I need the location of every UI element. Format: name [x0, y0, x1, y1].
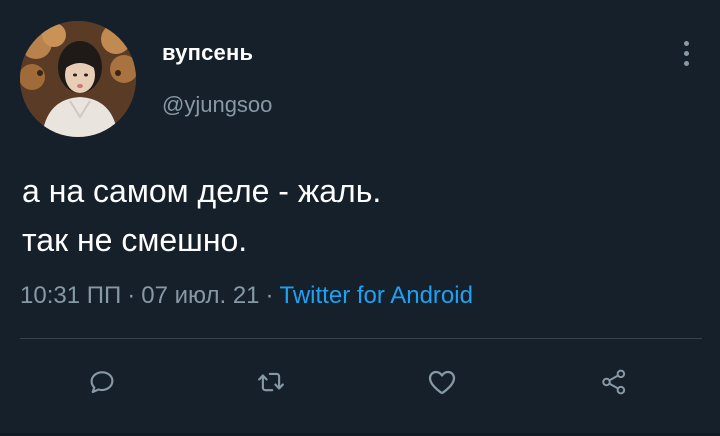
- more-dot-icon: [684, 61, 689, 66]
- user-handle[interactable]: @yjungsoo: [162, 92, 272, 118]
- display-name[interactable]: вупсень: [162, 40, 253, 66]
- tweet-detail: вупсень @yjungsoo а на самом деле - жаль…: [0, 0, 720, 436]
- like-button[interactable]: [420, 360, 464, 404]
- more-dot-icon: [684, 51, 689, 56]
- meta-separator: ·: [265, 282, 274, 309]
- tweet-text-line: а на самом деле - жаль.: [22, 173, 382, 209]
- share-icon: [602, 369, 626, 395]
- more-dot-icon: [684, 41, 689, 46]
- tweet-date: 07 июл. 21: [141, 282, 260, 309]
- tweet-text: а на самом деле - жаль. так не смешно.: [22, 167, 381, 265]
- reply-button[interactable]: [80, 360, 124, 404]
- reply-icon: [90, 371, 114, 394]
- tweet-source-link[interactable]: Twitter for Android: [280, 282, 473, 309]
- retweet-button[interactable]: [249, 360, 293, 404]
- tweet-meta: 10:31 ПП · 07 июл. 21 · Twitter for Android: [20, 282, 473, 310]
- tweet-text-line: так не смешно.: [22, 222, 248, 258]
- avatar[interactable]: [20, 21, 136, 137]
- meta-separator: ·: [127, 282, 136, 309]
- share-button[interactable]: [592, 360, 636, 404]
- retweet-icon: [258, 372, 284, 392]
- action-bar: [0, 360, 720, 404]
- more-options-button[interactable]: [674, 36, 698, 72]
- divider: [20, 338, 702, 339]
- tweet-time: 10:31 ПП: [20, 282, 122, 309]
- heart-icon: [428, 370, 456, 395]
- avatar-photo: [20, 21, 136, 137]
